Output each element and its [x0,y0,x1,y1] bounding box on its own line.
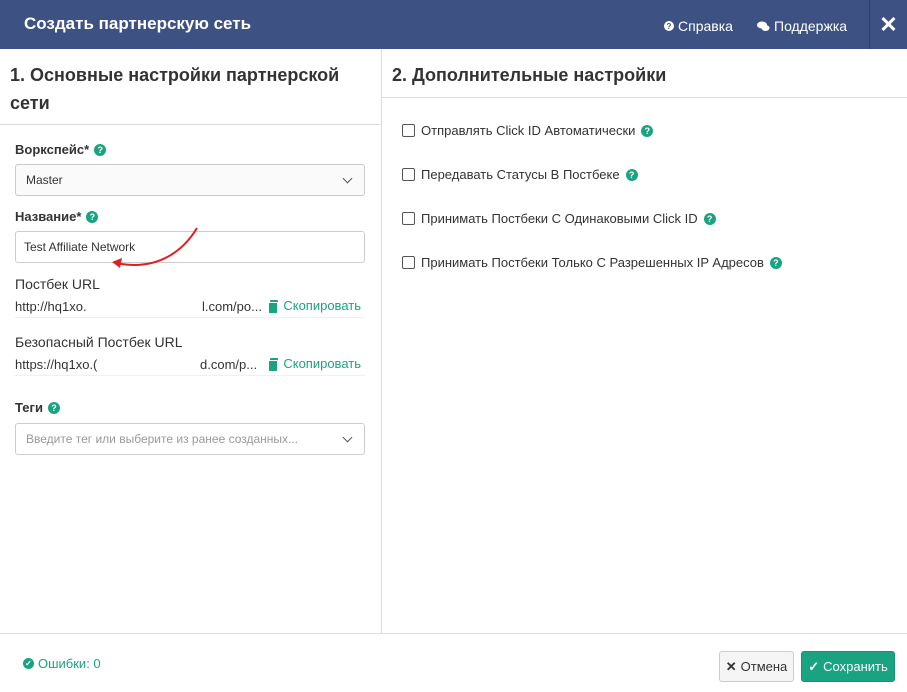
footer-divider [0,633,907,634]
secure-postback-url-end: d.com/p... [200,357,258,372]
question-circle-icon[interactable]: ? [94,143,107,156]
section-divider [382,97,907,98]
workspace-label-text: Воркспейс* [15,142,90,157]
tags-placeholder: Введите тег или выберите из ранее создан… [26,432,299,446]
additional-settings-title: 2. Дополнительные настройки [392,65,667,85]
check-circle-icon: ✓ [23,658,34,669]
basic-settings-title: 1. Основные настройки партнерской сети [10,65,340,113]
copy-label: Скопировать [283,298,361,313]
secure-postback-url-label: Безопасный Постбек URL [15,334,183,350]
checkbox[interactable] [402,256,415,269]
save-button[interactable]: ✓ Сохранить [801,651,895,682]
secure-postback-url-start: https://hq1xo.( [15,357,98,372]
additional-settings-panel: 2. Дополнительные настройки Отправлять C… [382,49,907,633]
chevron-down-icon [342,173,353,183]
checkbox[interactable] [402,212,415,225]
secure-postback-url-row: https://hq1xo.( d.com/p... Скопировать [15,354,365,376]
option-label: Принимать Постбеки Только С Разрешенных … [421,255,764,270]
close-icon: ✕ [879,11,898,37]
redaction-mask [100,354,200,374]
workspace-label: Воркспейс* ? [15,142,107,157]
times-icon: ✕ [725,658,737,674]
tags-label-text: Теги [15,400,43,415]
checkbox[interactable] [402,168,415,181]
option-label: Отправлять Click ID Автоматически [421,123,636,138]
option-label: Передавать Статусы В Постбеке [421,167,620,182]
errors-label: Ошибки: 0 [38,656,101,671]
question-circle-icon[interactable]: ? [625,168,638,181]
postback-url-row: http://hq1xo. l.com/po... Скопировать [15,296,365,318]
question-circle-icon[interactable]: ? [86,210,99,223]
copy-label: Скопировать [283,356,361,371]
question-circle-icon[interactable]: ? [769,256,782,269]
cancel-label: Отмена [740,659,788,674]
tags-label: Теги ? [15,400,60,415]
name-input[interactable] [15,231,365,263]
option-send-click-id[interactable]: Отправлять Click ID Автоматически ? [402,123,654,138]
question-circle-icon: ? [664,21,674,31]
question-circle-icon[interactable]: ? [641,124,654,137]
check-icon: ✓ [808,658,820,674]
name-label-text: Название* [15,209,82,224]
copy-icon [268,299,279,314]
help-label: Справка [678,18,733,34]
copy-icon [268,357,279,372]
name-label: Название* ? [15,209,99,224]
section-divider [0,124,381,125]
postback-url-start: http://hq1xo. [15,299,87,314]
option-allowed-ip-only[interactable]: Принимать Постбеки Только С Разрешенных … [402,255,782,270]
support-label: Поддержка [774,18,848,34]
option-accept-duplicate-click-id[interactable]: Принимать Постбеки С Одинаковыми Click I… [402,211,716,226]
option-label: Принимать Постбеки С Одинаковыми Click I… [421,211,698,226]
workspace-value: Master [26,173,63,187]
help-link[interactable]: ? Справка [664,18,733,34]
copy-postback-button[interactable]: Скопировать [268,298,361,314]
cancel-button[interactable]: ✕ Отмена [719,651,794,682]
question-circle-icon[interactable]: ? [47,401,60,414]
postback-url-label: Постбек URL [15,276,100,292]
copy-secure-postback-button[interactable]: Скопировать [268,356,361,372]
question-circle-icon[interactable]: ? [703,212,716,225]
chevron-down-icon [342,432,353,442]
modal-header: Создать партнерскую сеть ? Справка Подде… [0,0,907,49]
checkbox[interactable] [402,124,415,137]
save-label: Сохранить [823,659,888,674]
chat-bubbles-icon [757,21,770,31]
workspace-select[interactable]: Master [15,164,365,196]
redaction-mask [100,296,200,316]
support-link[interactable]: Поддержка [757,18,847,34]
close-button[interactable]: ✕ [870,0,907,49]
postback-url-end: l.com/po... [202,299,262,314]
basic-settings-panel: 1. Основные настройки партнерской сети В… [0,49,381,633]
option-pass-statuses[interactable]: Передавать Статусы В Постбеке ? [402,167,638,182]
tags-select[interactable]: Введите тег или выберите из ранее создан… [15,423,365,455]
errors-status: ✓ Ошибки: 0 [23,656,101,671]
modal-title: Создать партнерскую сеть [24,14,252,33]
